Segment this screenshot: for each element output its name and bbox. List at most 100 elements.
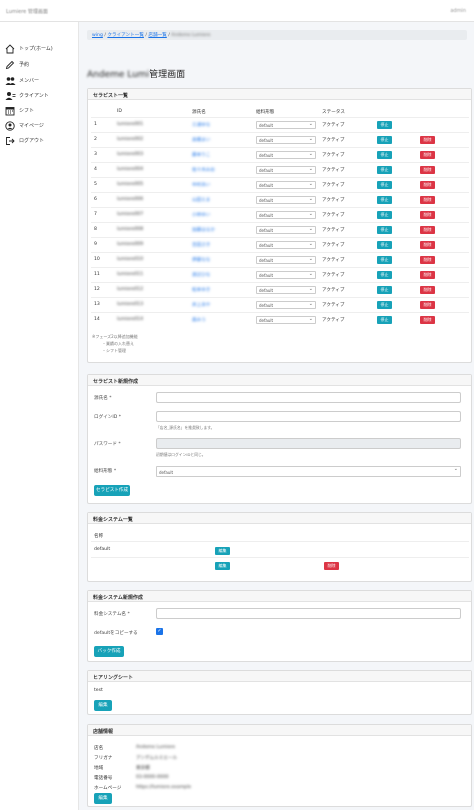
- therapist-name-link[interactable]: 藤本りこ: [192, 152, 210, 158]
- delete-button[interactable]: 削除: [420, 166, 435, 174]
- pay-type-select[interactable]: default: [256, 271, 316, 279]
- sidebar-item-logout[interactable]: ログアウト: [4, 134, 44, 147]
- delete-button[interactable]: 削除: [420, 286, 435, 294]
- delete-button[interactable]: 削除: [420, 316, 435, 324]
- name-label: 源氏名 *: [94, 396, 112, 401]
- stop-button[interactable]: 停止: [377, 136, 392, 144]
- pay-type-select[interactable]: default: [256, 166, 316, 174]
- hearing-edit-button[interactable]: 編集: [94, 700, 112, 711]
- sidebar-item-members[interactable]: メンバー: [4, 74, 39, 87]
- pay-type-select[interactable]: default: [256, 136, 316, 144]
- delete-button[interactable]: 削除: [420, 136, 435, 144]
- delete-button[interactable]: 削除: [420, 181, 435, 189]
- sidebar-item-clients[interactable]: クライアント: [4, 89, 49, 102]
- pay-type-value: default: [259, 318, 274, 323]
- new-therapist-card: セラピスト新規作成 源氏名 * ログインID * 「店名_源氏名」を推奨致します…: [87, 374, 472, 504]
- stop-button[interactable]: 停止: [377, 271, 392, 279]
- pay-type-select[interactable]: default: [256, 211, 316, 219]
- brand-name[interactable]: Lumiere 管理画面: [6, 8, 48, 15]
- pay-type-select[interactable]: default: [256, 226, 316, 234]
- therapist-name-link[interactable]: 中村あい: [192, 182, 210, 188]
- pay-type-value: default: [259, 213, 274, 218]
- copy-default-label: defaultをコピーする: [94, 631, 138, 636]
- pay-type-select[interactable]: default: [256, 241, 316, 249]
- therapist-name-link[interactable]: 井上あや: [192, 302, 210, 308]
- therapist-name-link[interactable]: 松本ゆき: [192, 287, 210, 293]
- therapist-row: 4 lumiere004 佐々木みお default アクティブ 停止 削除: [91, 162, 469, 177]
- breadcrumb: wing / クライアント一覧 / 店舗一覧 / Andeme Lumiere: [87, 30, 467, 40]
- therapist-name-link[interactable]: 小林ゆい: [192, 212, 210, 218]
- stop-button[interactable]: 停止: [377, 241, 392, 249]
- therapist-name-link[interactable]: 三浦ゆな: [192, 122, 210, 128]
- login-id-input[interactable]: [156, 411, 461, 422]
- row-number: 4: [94, 167, 97, 172]
- edit-button[interactable]: 編集: [215, 562, 230, 570]
- pay-type-select[interactable]: default: [256, 256, 316, 264]
- delete-button[interactable]: 削除: [420, 151, 435, 159]
- name-input[interactable]: [156, 392, 461, 403]
- copy-default-checkbox[interactable]: ✓: [156, 628, 163, 635]
- delete-button[interactable]: 削除: [420, 241, 435, 249]
- pay-type-select[interactable]: default: [256, 181, 316, 189]
- sidebar-item-label: トップ(ホーム): [19, 46, 53, 52]
- delete-button[interactable]: 削除: [420, 196, 435, 204]
- row-number: 9: [94, 242, 97, 247]
- therapist-name-link[interactable]: 吉田さき: [192, 242, 210, 248]
- stop-button[interactable]: 停止: [377, 166, 392, 174]
- edit-button[interactable]: 編集: [215, 547, 230, 555]
- create-fee-button[interactable]: バック作成: [94, 646, 124, 657]
- pay-type-select[interactable]: default: [256, 286, 316, 294]
- pay-type-select[interactable]: default: [156, 466, 461, 477]
- breadcrumb-link[interactable]: 店舗一覧: [148, 33, 166, 38]
- breadcrumb-link[interactable]: wing: [92, 33, 103, 38]
- delete-button[interactable]: 削除: [420, 226, 435, 234]
- therapist-row: 9 lumiere009 吉田さき default アクティブ 停止 削除: [91, 237, 469, 252]
- notes-line: ・シフト管理: [102, 348, 126, 353]
- sidebar-item-shift[interactable]: シフト: [4, 104, 34, 117]
- therapist-name-link[interactable]: 高橋まい: [192, 137, 210, 143]
- pay-type-select[interactable]: default: [256, 196, 316, 204]
- fee-row: default 編集: [91, 541, 469, 556]
- pay-type-select[interactable]: default: [256, 121, 316, 129]
- sidebar-item-home[interactable]: トップ(ホーム): [4, 42, 53, 55]
- breadcrumb-link[interactable]: クライアント一覧: [107, 33, 144, 38]
- delete-button[interactable]: 削除: [420, 301, 435, 309]
- stop-button[interactable]: 停止: [377, 151, 392, 159]
- stop-button[interactable]: 停止: [377, 286, 392, 294]
- therapist-id: lumiere010: [117, 257, 144, 262]
- stop-button[interactable]: 停止: [377, 226, 392, 234]
- user-menu[interactable]: admin: [450, 8, 466, 14]
- stop-button[interactable]: 停止: [377, 301, 392, 309]
- stop-button[interactable]: 停止: [377, 196, 392, 204]
- fee-name-input[interactable]: [156, 608, 461, 619]
- shop-field-label: 店名: [94, 746, 104, 751]
- pay-type-value: default: [259, 288, 274, 293]
- sidebar-item-mypage[interactable]: マイページ: [4, 119, 44, 132]
- therapist-name-link[interactable]: 渡辺ひな: [192, 272, 210, 278]
- delete-button[interactable]: 削除: [420, 256, 435, 264]
- therapist-name-link[interactable]: 森みう: [192, 317, 206, 323]
- delete-button[interactable]: 削除: [420, 271, 435, 279]
- therapist-name-link[interactable]: 山田えま: [192, 197, 210, 203]
- therapist-id: lumiere011: [117, 272, 144, 277]
- pay-type-select[interactable]: default: [256, 301, 316, 309]
- card-title: セラピスト新規作成: [88, 375, 471, 386]
- stop-button[interactable]: 停止: [377, 316, 392, 324]
- stop-button[interactable]: 停止: [377, 256, 392, 264]
- stop-button[interactable]: 停止: [377, 211, 392, 219]
- stop-button[interactable]: 停止: [377, 181, 392, 189]
- password-label: パスワード *: [94, 442, 121, 447]
- delete-button[interactable]: 削除: [324, 562, 339, 570]
- top-bar: Lumiere 管理画面 admin: [0, 0, 474, 22]
- therapist-name-link[interactable]: 伊藤なな: [192, 257, 210, 263]
- therapist-name-link[interactable]: 加藤はるか: [192, 227, 215, 233]
- row-number: 8: [94, 227, 97, 232]
- shop-edit-button[interactable]: 編集: [94, 793, 112, 804]
- therapist-name-link[interactable]: 佐々木みお: [192, 167, 215, 173]
- create-therapist-button[interactable]: セラピスト作成: [94, 485, 130, 496]
- sidebar-item-reservation[interactable]: 予約: [4, 58, 29, 71]
- pay-type-select[interactable]: default: [256, 316, 316, 324]
- delete-button[interactable]: 削除: [420, 211, 435, 219]
- stop-button[interactable]: 停止: [377, 121, 392, 129]
- pay-type-select[interactable]: default: [256, 151, 316, 159]
